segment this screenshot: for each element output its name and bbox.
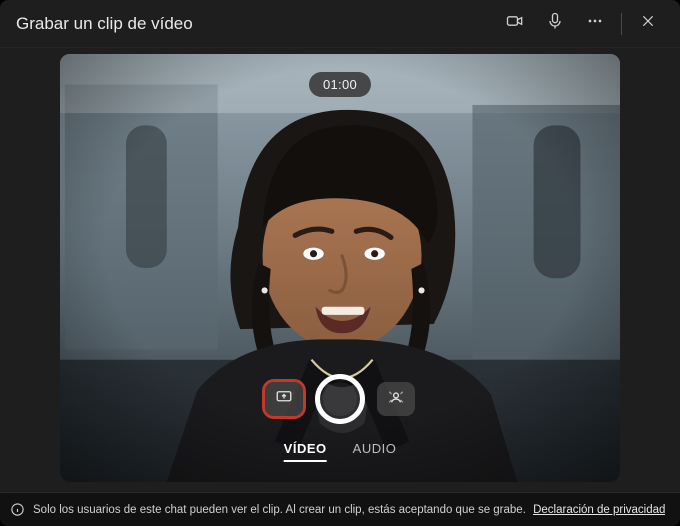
- preview-wrap: 01:00: [60, 48, 620, 492]
- tab-audio[interactable]: AUDIO: [353, 441, 397, 462]
- mode-tabs: VÍDEO AUDIO: [284, 441, 397, 462]
- titlebar-divider: [621, 13, 622, 35]
- close-icon: [640, 13, 656, 34]
- recording-timer: 01:00: [309, 72, 371, 97]
- camera-preview: 01:00: [60, 54, 620, 482]
- record-button[interactable]: [315, 374, 365, 424]
- background-effects-icon: [387, 388, 405, 411]
- tab-video[interactable]: VÍDEO: [284, 441, 327, 462]
- background-effects-button[interactable]: [377, 382, 415, 416]
- titlebar: Grabar un clip de vídeo: [0, 0, 680, 48]
- window-title: Grabar un clip de vídeo: [16, 14, 193, 34]
- screen-share-button[interactable]: [265, 382, 303, 416]
- privacy-message: Solo los usuarios de este chat pueden ve…: [33, 504, 665, 516]
- more-icon: [585, 11, 605, 36]
- mic-icon: [545, 11, 565, 36]
- privacy-message-text: Solo los usuarios de este chat pueden ve…: [33, 504, 526, 516]
- screen-share-icon: [275, 388, 293, 411]
- privacy-footer: Solo los usuarios de este chat pueden ve…: [0, 492, 680, 526]
- info-icon: [10, 502, 25, 517]
- video-clip-recorder-window: Grabar un clip de vídeo: [0, 0, 680, 526]
- camera-toggle-button[interactable]: [495, 4, 535, 44]
- privacy-link[interactable]: Declaración de privacidad: [533, 504, 665, 516]
- stage: 01:00: [0, 48, 680, 492]
- mic-toggle-button[interactable]: [535, 4, 575, 44]
- more-options-button[interactable]: [575, 4, 615, 44]
- camera-icon: [505, 11, 525, 36]
- close-button[interactable]: [628, 4, 668, 44]
- recorder-controls: [265, 374, 415, 424]
